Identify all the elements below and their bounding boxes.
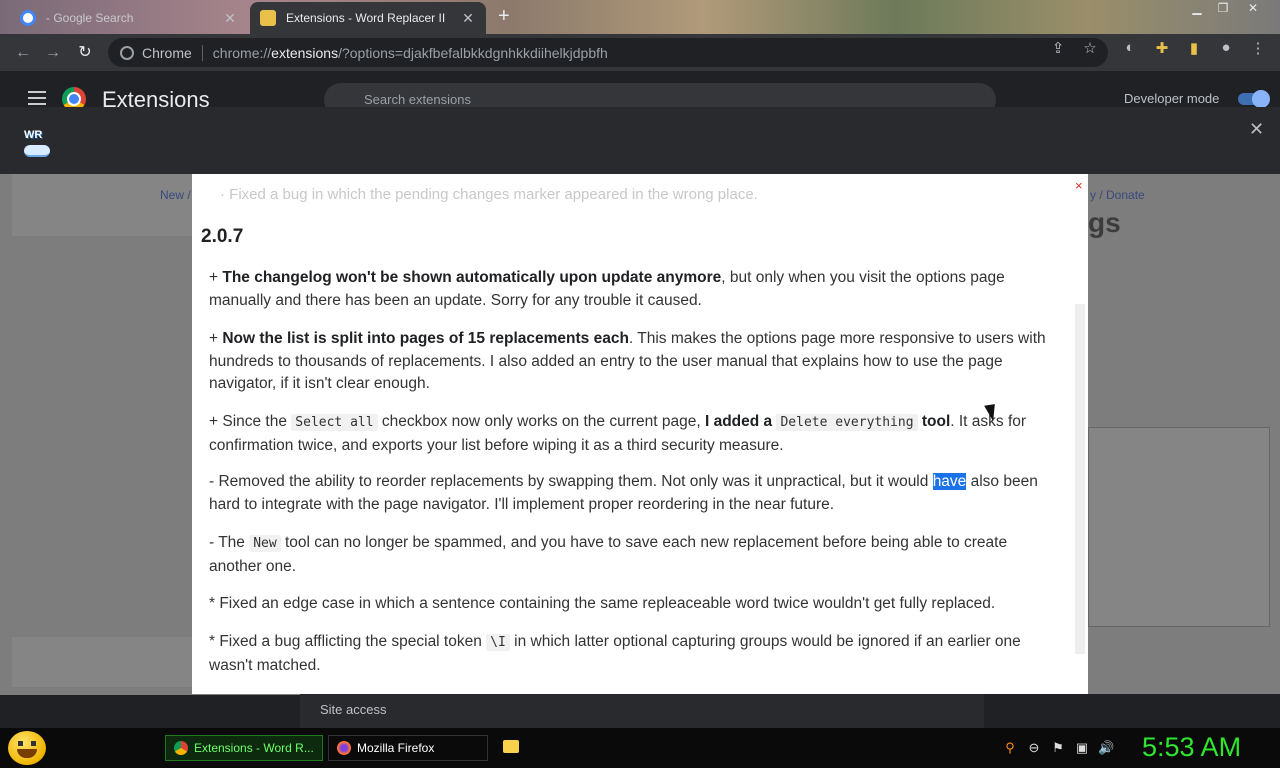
back-icon[interactable]: ← bbox=[12, 42, 34, 64]
changelog-item: - Removed the ability to reorder replace… bbox=[209, 473, 1038, 513]
changelog-item: + The changelog won't be shown automatic… bbox=[209, 269, 1005, 309]
clock[interactable]: 5:53 AM bbox=[1142, 732, 1241, 763]
window-titlebar: - Google Search ✕ Extensions - Word Repl… bbox=[0, 0, 1280, 34]
site-access-section: Site access bbox=[300, 694, 984, 728]
folder-icon[interactable] bbox=[503, 740, 519, 753]
version-heading: 2.0.7 bbox=[201, 226, 244, 247]
inline-code: Select all bbox=[291, 414, 378, 431]
start-button[interactable] bbox=[8, 731, 46, 765]
changelog-item: - The New tool can no longer be spammed,… bbox=[209, 534, 1008, 575]
taskbar-item-firefox[interactable]: Mozilla Firefox bbox=[328, 735, 488, 761]
flag-icon[interactable]: ⚑ bbox=[1050, 740, 1066, 756]
close-options-icon[interactable]: ✕ bbox=[1249, 119, 1264, 140]
firefox-icon bbox=[337, 741, 351, 755]
minimize-icon[interactable]: ▁ bbox=[1184, 0, 1210, 18]
url-text: chrome://extensions/?options=djakfbefalb… bbox=[212, 44, 608, 61]
extensions-icon[interactable]: ✚ bbox=[1152, 39, 1172, 57]
maximize-icon[interactable]: ❐ bbox=[1210, 0, 1236, 18]
site-chip: Chrome bbox=[142, 44, 192, 61]
avatar[interactable]: ● bbox=[1216, 39, 1236, 56]
selected-text: have bbox=[932, 473, 967, 490]
taskbar-item-label: Extensions - Word R... bbox=[194, 741, 314, 755]
reload-icon[interactable]: ↻ bbox=[74, 42, 96, 64]
changelog-item: * Fixed an edge case in which a sentence… bbox=[209, 595, 996, 612]
close-tab-icon[interactable]: ✕ bbox=[222, 10, 238, 27]
close-tab-icon[interactable]: ✕ bbox=[460, 10, 476, 27]
options-right-panel bbox=[1088, 427, 1270, 627]
tab-extensions[interactable]: Extensions - Word Replacer II ✕ bbox=[250, 2, 486, 34]
options-nav-link[interactable]: New / bbox=[160, 188, 191, 202]
inline-code: New bbox=[249, 535, 281, 552]
changelog-previous-entry: · Fixed a bug in which the pending chang… bbox=[220, 186, 758, 203]
inline-code: Delete everything bbox=[776, 414, 918, 431]
forward-icon[interactable]: → bbox=[42, 42, 64, 64]
volume-icon[interactable]: 🔊 bbox=[1098, 740, 1114, 756]
developer-mode-label: Developer mode bbox=[1124, 91, 1220, 106]
side-panel-icon[interactable]: ▮ bbox=[1184, 39, 1204, 57]
word-replacer-logo: WR bbox=[20, 125, 54, 161]
omnibox-divider bbox=[201, 44, 203, 61]
changelog-item: + Now the list is split into pages of 15… bbox=[209, 330, 1046, 392]
tab-label: Extensions - Word Replacer II bbox=[286, 11, 446, 25]
options-header: WR ✕ bbox=[0, 107, 1280, 174]
os-taskbar: Extensions - Word R... Mozilla Firefox ⚲… bbox=[0, 728, 1280, 768]
address-bar[interactable]: Chrome chrome://extensions/?options=djak… bbox=[108, 38, 1108, 67]
right-panel-strip bbox=[984, 694, 1280, 728]
share-icon[interactable]: ⇪ bbox=[1048, 39, 1068, 57]
profile-flag-icon[interactable]: ◐ bbox=[1120, 39, 1140, 56]
puzzle-icon bbox=[260, 10, 276, 26]
options-left-card bbox=[12, 174, 192, 236]
tab-google-search[interactable]: - Google Search ✕ bbox=[10, 2, 248, 34]
browser-toolbar: ← → ↻ Chrome chrome://extensions/?option… bbox=[0, 34, 1280, 71]
close-window-icon[interactable]: ✕ bbox=[1240, 0, 1266, 18]
close-changelog-icon[interactable]: × bbox=[1075, 178, 1083, 193]
taskbar-item-label: Mozilla Firefox bbox=[357, 741, 435, 755]
google-icon bbox=[20, 10, 36, 26]
hamburger-menu-icon[interactable] bbox=[28, 91, 46, 105]
new-tab-icon[interactable]: + bbox=[498, 6, 510, 26]
chrome-icon bbox=[174, 741, 188, 755]
tab-label: - Google Search bbox=[46, 11, 134, 25]
chrome-site-icon bbox=[120, 45, 134, 60]
taskbar-item-chrome[interactable]: Extensions - Word R... bbox=[165, 735, 323, 761]
donate-link[interactable]: y / Donate bbox=[1090, 188, 1145, 202]
scrollbar[interactable] bbox=[1075, 304, 1085, 654]
settings-title-fragment: gs bbox=[1088, 207, 1121, 238]
options-left-bottom-card bbox=[12, 637, 192, 687]
network-icon[interactable]: ▣ bbox=[1074, 740, 1090, 756]
changelog-item: + Since the Select all checkbox now only… bbox=[209, 413, 1027, 454]
developer-mode-toggle[interactable] bbox=[1238, 90, 1270, 108]
inline-code: \I bbox=[486, 634, 510, 651]
changelog-item: * Fixed a bug afflicting the special tok… bbox=[209, 633, 1021, 674]
menu-icon[interactable]: ⋮ bbox=[1248, 39, 1268, 57]
status-icon[interactable]: ⊖ bbox=[1026, 740, 1042, 756]
changelog-modal: × · Fixed a bug in which the pending cha… bbox=[192, 174, 1088, 694]
search-icon[interactable]: ⚲ bbox=[1002, 740, 1018, 756]
bookmark-star-icon[interactable]: ☆ bbox=[1080, 39, 1100, 57]
